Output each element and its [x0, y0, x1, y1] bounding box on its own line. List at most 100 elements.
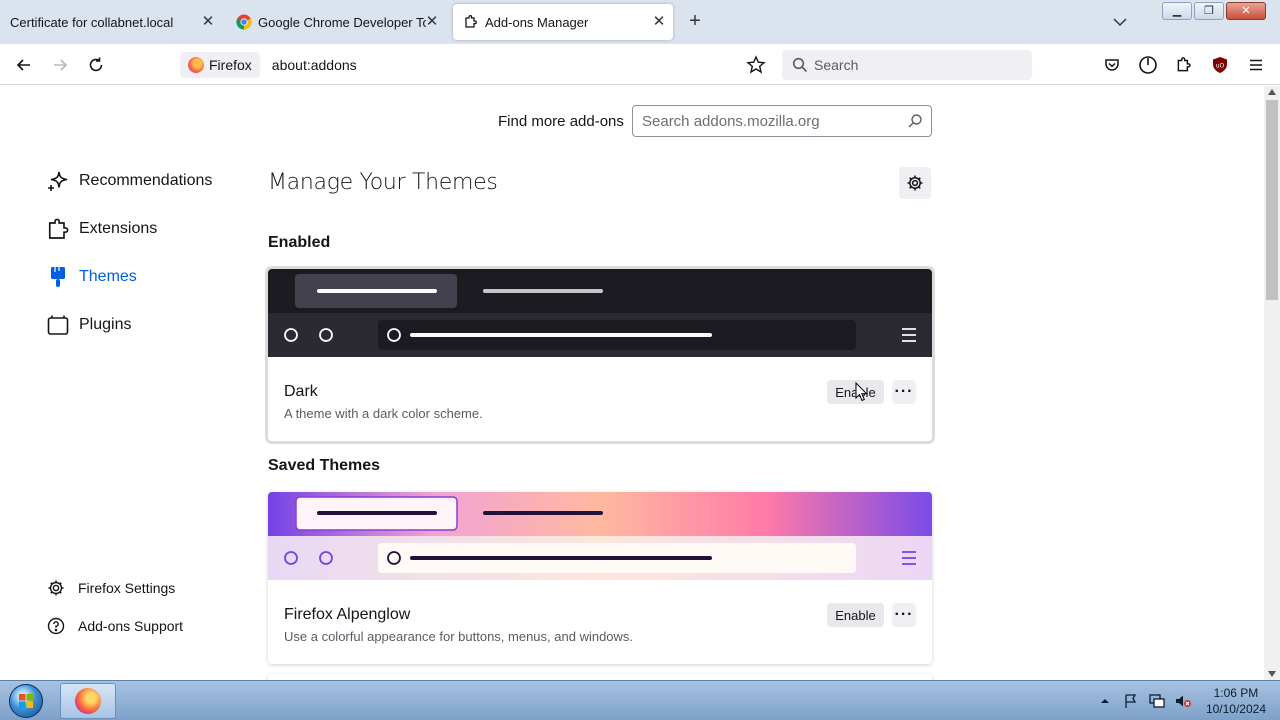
addons-support-link[interactable]: Add-ons Support	[46, 616, 183, 636]
enable-button[interactable]: Enable	[827, 603, 884, 627]
pocket-button[interactable]	[1100, 53, 1124, 77]
firefox-settings-link[interactable]: Firefox Settings	[46, 578, 175, 598]
gear-icon	[907, 175, 923, 191]
identity-label: Firefox	[209, 57, 252, 73]
tray-expand-icon[interactable]	[1096, 692, 1114, 710]
page-scrollbar[interactable]	[1264, 86, 1280, 680]
plugin-icon	[46, 313, 70, 337]
menu-button[interactable]	[1244, 53, 1268, 77]
scroll-down-icon[interactable]	[1268, 671, 1276, 677]
brush-icon	[46, 265, 70, 289]
url-bar[interactable]: Firefox about:addons	[178, 50, 776, 80]
navigation-toolbar: Firefox about:addons Search uO	[0, 44, 1280, 85]
category-label: Extensions	[79, 220, 158, 237]
more-options-button[interactable]: ···	[892, 603, 916, 627]
bookmark-star-icon[interactable]	[746, 55, 766, 75]
windows-taskbar: 1:06 PM 10/10/2024	[0, 680, 1280, 720]
forward-button[interactable]	[48, 53, 72, 77]
tab-label: Google Chrome Developer Tool	[258, 14, 426, 30]
start-button[interactable]	[4, 682, 48, 720]
pocket-icon	[1105, 59, 1119, 71]
system-clock[interactable]: 1:06 PM 10/10/2024	[1206, 685, 1266, 717]
arrow-left-icon	[16, 59, 30, 71]
gear-icon	[46, 578, 66, 598]
tab-strip: Certificate for collabnet.local ✕ Google…	[0, 0, 1280, 44]
reload-icon	[89, 57, 103, 72]
page-title: Manage Your Themes	[268, 170, 498, 195]
tab-chrome-devtools[interactable]: Google Chrome Developer Tool ✕	[226, 0, 446, 44]
category-label: Recommendations	[79, 172, 213, 189]
theme-card-alpenglow[interactable]: Firefox Alpenglow Use a colorful appeara…	[268, 492, 932, 664]
clock-date: 10/10/2024	[1205, 702, 1266, 716]
close-tab-icon[interactable]: ✕	[651, 14, 667, 30]
windows-logo-icon	[9, 684, 43, 718]
cursor-icon	[855, 382, 868, 402]
theme-description: A theme with a dark color scheme.	[284, 406, 483, 421]
category-extensions[interactable]: Extensions	[46, 215, 157, 243]
tools-menu-button[interactable]	[899, 167, 931, 199]
extensions-button[interactable]	[1172, 53, 1196, 77]
footer-link-label: Firefox Settings	[78, 580, 176, 596]
hamburger-icon	[1250, 59, 1262, 71]
chrome-icon	[236, 14, 252, 30]
scroll-up-icon[interactable]	[1268, 89, 1276, 95]
tab-label: Add-ons Manager	[485, 14, 589, 30]
theme-card-body: Dark A theme with a dark color scheme. E…	[268, 362, 932, 441]
addons-page: Find more add-ons Search addons.mozilla.…	[0, 86, 1264, 680]
theme-card-dark[interactable]: Dark A theme with a dark color scheme. E…	[268, 269, 932, 441]
search-bar[interactable]: Search	[782, 50, 1032, 80]
saved-themes-section-title: Saved Themes	[268, 457, 381, 474]
category-plugins[interactable]: Plugins	[46, 311, 131, 339]
reload-button[interactable]	[84, 53, 108, 77]
more-options-button[interactable]: ···	[892, 380, 916, 404]
sparkle-icon	[46, 169, 70, 193]
theme-name: Firefox Alpenglow	[284, 606, 411, 623]
url-text[interactable]: about:addons	[272, 57, 357, 73]
clock-time: 1:06 PM	[1213, 686, 1259, 700]
network-icon[interactable]	[1148, 692, 1166, 710]
flag-icon[interactable]	[1122, 692, 1140, 710]
new-tab-button[interactable]: +	[684, 11, 706, 33]
system-tray: 1:06 PM 10/10/2024	[1088, 681, 1266, 720]
theme-card-body: Firefox Alpenglow Use a colorful appeara…	[268, 585, 932, 664]
search-icon	[908, 114, 922, 128]
taskbar-firefox[interactable]	[60, 683, 116, 719]
find-more-label: Find more add-ons	[498, 113, 624, 130]
restore-button[interactable]: ❐	[1194, 2, 1224, 20]
arrow-right-icon	[54, 59, 68, 71]
window-controls: ▁ ❐ ✕	[1160, 2, 1266, 20]
enabled-section-title: Enabled	[268, 234, 331, 251]
back-button[interactable]	[12, 53, 36, 77]
firefox-logo-icon	[75, 688, 101, 714]
tab-certificate[interactable]: Certificate for collabnet.local ✕	[0, 0, 222, 44]
close-tab-icon[interactable]: ✕	[200, 14, 216, 30]
firefox-logo-icon	[188, 57, 204, 73]
category-themes[interactable]: Themes	[46, 263, 137, 291]
scrollbar-thumb[interactable]	[1266, 100, 1278, 300]
minimize-button[interactable]: ▁	[1162, 2, 1192, 20]
close-tab-icon[interactable]: ✕	[424, 14, 440, 30]
theme-description: Use a colorful appearance for buttons, m…	[284, 629, 634, 644]
puzzle-icon	[46, 217, 70, 241]
chevron-down-icon[interactable]	[1110, 12, 1130, 32]
puzzle-icon	[1177, 57, 1191, 72]
theme-name: Dark	[284, 383, 318, 400]
account-icon	[1139, 56, 1157, 74]
account-button[interactable]	[1136, 53, 1160, 77]
volume-muted-icon[interactable]	[1174, 692, 1192, 710]
footer-link-label: Add-ons Support	[78, 618, 184, 634]
category-label: Themes	[79, 268, 137, 285]
identity-box[interactable]: Firefox	[180, 52, 260, 78]
theme-preview-dark	[268, 269, 932, 357]
search-placeholder: Search	[814, 57, 859, 73]
close-window-button[interactable]: ✕	[1226, 2, 1266, 20]
amo-search-placeholder: Search addons.mozilla.org	[642, 112, 820, 130]
help-icon	[46, 616, 66, 636]
amo-search-input[interactable]: Search addons.mozilla.org	[632, 105, 932, 137]
ublock-button[interactable]: uO	[1208, 53, 1232, 77]
category-recommendations[interactable]: Recommendations	[46, 167, 212, 195]
puzzle-icon	[465, 15, 477, 28]
tab-addons-manager[interactable]: Add-ons Manager ✕	[453, 4, 673, 40]
category-label: Plugins	[79, 316, 132, 333]
shield-icon: uO	[1213, 57, 1227, 73]
